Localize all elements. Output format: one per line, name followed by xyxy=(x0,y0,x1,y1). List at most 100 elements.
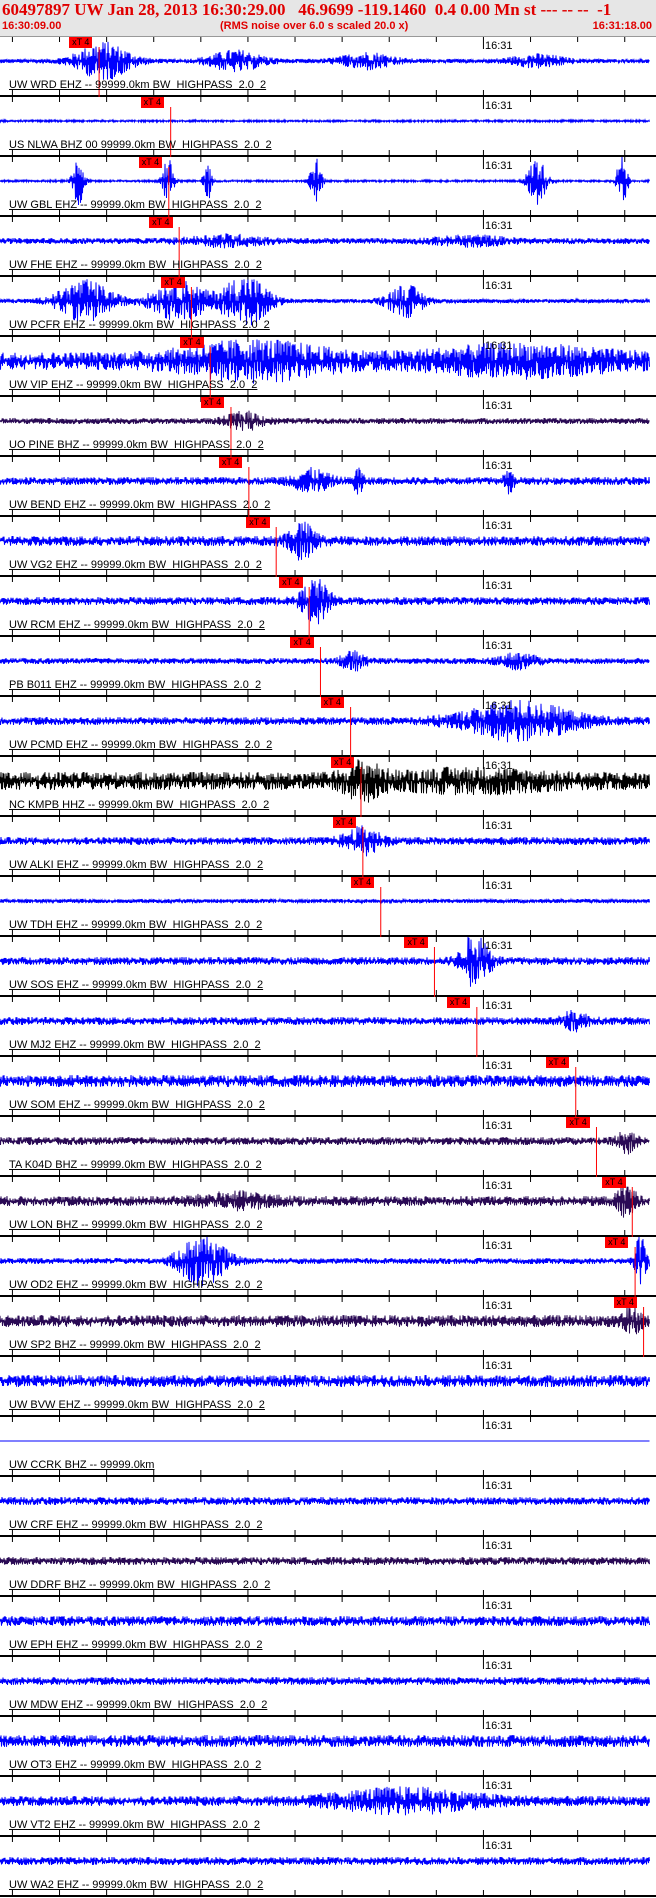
waveform xyxy=(0,759,650,803)
trace-row: 16:31 UW WRD EHZ -- 99999.0km BW HIGHPASS… xyxy=(0,37,656,97)
channel-label: UW VT2 EHZ -- 99999.0km BW HIGHPASS 2.0 … xyxy=(9,1819,261,1831)
trace-row: 16:31 UW ALKI EHZ -- 99999.0km BW HIGHPAS… xyxy=(0,817,656,877)
minute-label: 16:31 xyxy=(485,640,513,652)
trace-row: 16:31 UW OT3 EHZ -- 99999.0km BW HIGHPASS… xyxy=(0,1717,656,1777)
pick-marker[interactable]: xT 4 xyxy=(140,97,165,108)
waveform xyxy=(0,118,650,124)
channel-label: NC KMPB HHZ -- 99999.0km BW HIGHPASS 2.0… xyxy=(9,799,270,811)
pick-marker[interactable]: xT 4 xyxy=(446,997,471,1008)
trace-row: 16:31 UW BVW EHZ -- 99999.0km BW HIGHPASS… xyxy=(0,1357,656,1417)
channel-label: UW SOS EHZ -- 99999.0km BW HIGHPASS 2.0 … xyxy=(9,979,264,991)
trace-row: 16:31 UW MJ2 EHZ -- 99999.0km BW HIGHPASS… xyxy=(0,997,656,1057)
pick-marker[interactable]: xT 4 xyxy=(545,1057,570,1068)
minute-label: 16:31 xyxy=(485,1720,513,1732)
minute-label: 16:31 xyxy=(485,220,513,232)
pick-marker[interactable]: xT 4 xyxy=(404,937,428,948)
pick-marker[interactable]: xT 4 xyxy=(180,337,204,348)
pick-marker[interactable]: xT 4 xyxy=(218,457,243,468)
pick-marker[interactable]: xT 4 xyxy=(605,1237,629,1248)
trace-row: 16:31 NC KMPB HHZ -- 99999.0km BW HIGHPAS… xyxy=(0,757,656,817)
channel-label: UW WA2 EHZ -- 99999.0km BW HIGHPASS 2.0 … xyxy=(9,1879,264,1891)
channel-label: UW EPH EHZ -- 99999.0km BW HIGHPASS 2.0 … xyxy=(9,1639,263,1651)
trace-row: 16:31 UW VIP EHZ -- 99999.0km BW HIGHPASS… xyxy=(0,337,656,397)
pick-marker[interactable]: xT 4 xyxy=(246,517,270,528)
channel-label: UW SOM EHZ -- 99999.0km BW HIGHPASS 2.0 … xyxy=(9,1099,265,1111)
channel-label: TA K04D BHZ -- 99999.0km BW HIGHPASS 2.0… xyxy=(9,1159,262,1171)
trace-row: 16:31 UW TDH EHZ -- 99999.0km BW HIGHPASS… xyxy=(0,877,656,937)
minute-label: 16:31 xyxy=(485,1600,513,1612)
pick-marker[interactable]: xT 4 xyxy=(290,637,314,648)
channel-label: UW CRF EHZ -- 99999.0km BW HIGHPASS 2.0 … xyxy=(9,1519,263,1531)
trace-row: 16:31 UW SOS EHZ -- 99999.0km BW HIGHPASS… xyxy=(0,937,656,997)
event-title: 60497897 UW Jan 28, 2013 16:30:29.00 46.… xyxy=(2,0,612,19)
pick-marker[interactable]: xT 4 xyxy=(613,1297,637,1308)
minute-label: 16:31 xyxy=(485,700,513,712)
pick-marker[interactable]: xT 4 xyxy=(330,757,355,768)
pick-marker[interactable]: xT 4 xyxy=(332,817,357,828)
minute-label: 16:31 xyxy=(485,100,513,112)
pick-marker[interactable]: xT 4 xyxy=(200,397,225,408)
trace-row: 16:31 UW VG2 EHZ -- 99999.0km BW HIGHPASS… xyxy=(0,517,656,577)
minute-label: 16:31 xyxy=(485,580,513,592)
waveform xyxy=(0,897,650,905)
waveform xyxy=(0,650,650,672)
waveform xyxy=(0,466,650,495)
pick-marker[interactable]: xT 4 xyxy=(69,37,93,48)
minute-label: 16:31 xyxy=(485,760,513,772)
waveform xyxy=(0,233,650,249)
pick-marker[interactable]: xT 4 xyxy=(566,1117,590,1128)
minute-label: 16:31 xyxy=(485,160,513,172)
minute-label: 16:31 xyxy=(485,520,513,532)
minute-label: 16:31 xyxy=(485,460,513,472)
channel-label: UW FHE EHZ -- 99999.0km BW HIGHPASS 2.0 … xyxy=(9,259,262,271)
minute-label: 16:31 xyxy=(485,880,513,892)
trace-row: 16:31 UW SP2 BHZ -- 99999.0km BW HIGHPASS… xyxy=(0,1297,656,1357)
minute-label: 16:31 xyxy=(485,1420,513,1432)
minute-label: 16:31 xyxy=(485,1660,513,1672)
minute-label: 16:31 xyxy=(485,340,513,352)
pick-marker[interactable]: xT 4 xyxy=(602,1177,626,1188)
trace-row: 16:31 UW MDW EHZ -- 99999.0km BW HIGHPASS… xyxy=(0,1657,656,1717)
minute-label: 16:31 xyxy=(485,1240,513,1252)
minute-label: 16:31 xyxy=(485,940,513,952)
pick-marker[interactable]: xT 4 xyxy=(279,577,303,588)
channel-label: UW PCMD EHZ -- 99999.0km BW HIGHPASS 2.0… xyxy=(9,739,273,751)
trace-row: 16:31 US NLWA BHZ 00 99999.0km BW HIGHPAS… xyxy=(0,97,656,157)
minute-label: 16:31 xyxy=(485,1780,513,1792)
waveform xyxy=(0,1556,650,1566)
minute-label: 16:31 xyxy=(485,40,513,52)
pick-marker[interactable]: xT 4 xyxy=(138,157,163,168)
waveform xyxy=(0,1856,650,1866)
trace-row: 16:31 UW FHE EHZ -- 99999.0km BW HIGHPASS… xyxy=(0,217,656,277)
trace-row: 16:31 UW GBL EHZ -- 99999.0km BW HIGHPASS… xyxy=(0,157,656,217)
header-bar: 60497897 UW Jan 28, 2013 16:30:29.00 46.… xyxy=(0,0,656,37)
pick-marker[interactable]: xT 4 xyxy=(161,277,185,288)
channel-label: UW BEND EHZ -- 99999.0km BW HIGHPASS 2.0… xyxy=(9,499,271,511)
channel-label: UW GBL EHZ -- 99999.0km BW HIGHPASS 2.0 … xyxy=(9,199,262,211)
channel-label: UW LON BHZ -- 99999.0km BW HIGHPASS 2.0 … xyxy=(9,1219,263,1231)
waveform xyxy=(0,1306,650,1335)
trace-row: 16:31 UO PINE BHZ -- 99999.0km BW HIGHPAS… xyxy=(0,397,656,457)
waveform xyxy=(0,1131,650,1155)
trace-row: 16:31 UW RCM EHZ -- 99999.0km BW HIGHPASS… xyxy=(0,577,656,637)
channel-label: PB B011 EHZ -- 99999.0km BW HIGHPASS 2.0… xyxy=(9,679,262,691)
waveform xyxy=(0,1374,650,1388)
trace-row: 16:31 UW PCFR EHZ -- 99999.0km BW HIGHPAS… xyxy=(0,277,656,337)
pick-marker[interactable]: xT 4 xyxy=(320,697,344,708)
pick-marker[interactable]: xT 4 xyxy=(149,217,173,228)
waveform xyxy=(0,157,650,206)
channel-label: UO PINE BHZ -- 99999.0km BW HIGHPASS 2.0… xyxy=(9,439,264,451)
minute-label: 16:31 xyxy=(485,280,513,292)
channel-label: UW OT3 EHZ -- 99999.0km BW HIGHPASS 2.0 … xyxy=(9,1759,262,1771)
trace-row: 16:31 TA K04D BHZ -- 99999.0km BW HIGHPAS… xyxy=(0,1117,656,1177)
minute-label: 16:31 xyxy=(485,1840,513,1852)
pick-marker[interactable]: xT 4 xyxy=(350,877,375,888)
channel-label: UW OD2 EHZ -- 99999.0km BW HIGHPASS 2.0 … xyxy=(9,1279,263,1291)
waveform xyxy=(0,339,650,384)
waveform xyxy=(0,41,650,80)
channel-label: UW BVW EHZ -- 99999.0km BW HIGHPASS 2.0 … xyxy=(9,1399,265,1411)
end-time: 16:31:18.00 xyxy=(592,20,652,32)
trace-list: 16:31 UW WRD EHZ -- 99999.0km BW HIGHPASS… xyxy=(0,37,656,1897)
minute-label: 16:31 xyxy=(485,1300,513,1312)
trace-row: 16:31 UW OD2 EHZ -- 99999.0km BW HIGHPASS… xyxy=(0,1237,656,1297)
